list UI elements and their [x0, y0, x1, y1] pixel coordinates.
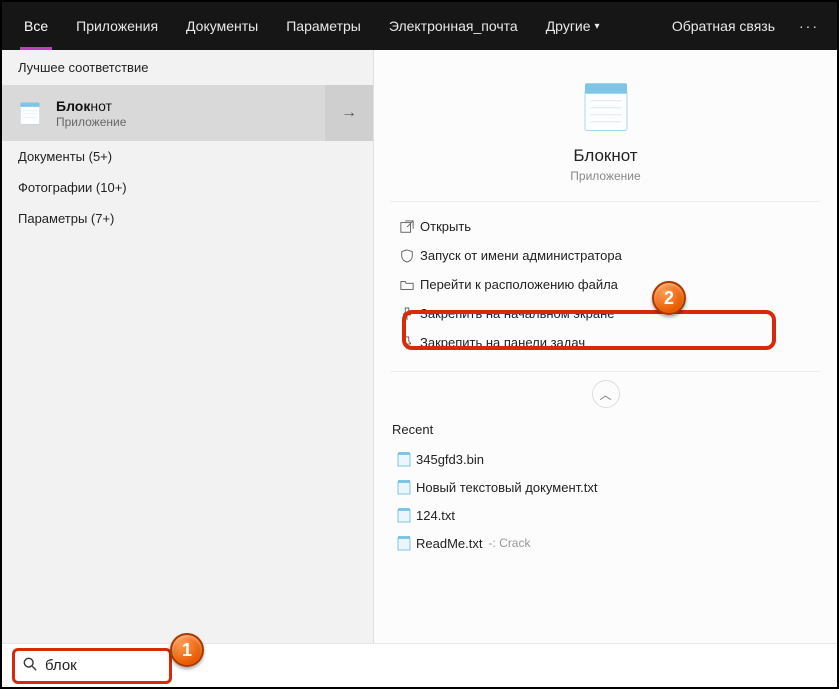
app-icon-large — [574, 74, 638, 138]
pin-icon — [394, 307, 420, 321]
action-run-as-admin[interactable]: Запуск от имени администратора — [390, 241, 821, 270]
action-label: Открыть — [420, 219, 471, 234]
search-box[interactable] — [12, 648, 172, 684]
folder-icon — [394, 278, 420, 292]
file-icon — [392, 535, 416, 551]
chevron-down-icon: ▾ — [595, 21, 600, 32]
app-title: Блокнот — [390, 146, 821, 166]
recent-item[interactable]: ReadMe.txt -: Crack — [390, 529, 821, 557]
recent-item[interactable]: 124.txt — [390, 501, 821, 529]
top-filter-bar: Все Приложения Документы Параметры Элект… — [2, 2, 837, 50]
expand-arrow-icon[interactable]: → — [325, 85, 373, 141]
action-label: Закрепить на панели задач — [420, 335, 585, 350]
recent-name: 345gfd3.bin — [416, 452, 484, 467]
search-bar-row — [2, 643, 837, 687]
tab-documents[interactable]: Документы — [172, 2, 272, 50]
notepad-icon — [14, 97, 46, 129]
preview-pane: Блокнот Приложение Открыть Запуск от име… — [374, 50, 837, 643]
action-open[interactable]: Открыть — [390, 212, 821, 241]
action-label: Запуск от имени администратора — [420, 248, 622, 263]
category-documents[interactable]: Документы (5+) — [2, 141, 373, 172]
search-icon — [23, 657, 37, 674]
open-icon — [394, 220, 420, 234]
app-subtitle: Приложение — [390, 169, 821, 183]
action-open-location[interactable]: Перейти к расположению файла — [390, 270, 821, 299]
tab-apps[interactable]: Приложения — [62, 2, 172, 50]
recent-header: Recent — [390, 416, 821, 445]
search-input[interactable] — [43, 656, 246, 675]
tab-all[interactable]: Все — [10, 2, 62, 50]
best-match-header: Лучшее соответствие — [2, 50, 373, 85]
action-label: Закрепить на начальном экране — [420, 306, 615, 321]
tab-email[interactable]: Электронная_почта — [375, 2, 532, 50]
collapse-chevron-icon[interactable]: ︿ — [592, 380, 620, 408]
recent-name: 124.txt — [416, 508, 455, 523]
file-icon — [392, 507, 416, 523]
tab-settings[interactable]: Параметры — [272, 2, 375, 50]
recent-item[interactable]: Новый текстовый документ.txt — [390, 473, 821, 501]
best-match-subtitle: Приложение — [56, 115, 126, 129]
category-photos[interactable]: Фотографии (10+) — [2, 172, 373, 203]
action-label: Перейти к расположению файла — [420, 277, 618, 292]
file-icon — [392, 479, 416, 495]
shield-icon — [394, 249, 420, 263]
tab-more[interactable]: Другие▾ — [532, 2, 614, 50]
annotation-badge-1: 1 — [170, 633, 204, 667]
annotation-badge-2: 2 — [652, 281, 686, 315]
best-match-item[interactable]: Блокнот Приложение → — [2, 85, 373, 141]
file-icon — [392, 451, 416, 467]
pin-icon — [394, 336, 420, 350]
recent-location: -: Crack — [488, 536, 530, 550]
recent-name: ReadMe.txt — [416, 536, 482, 551]
recent-item[interactable]: 345gfd3.bin — [390, 445, 821, 473]
recent-name: Новый текстовый документ.txt — [416, 480, 597, 495]
category-settings[interactable]: Параметры (7+) — [2, 203, 373, 234]
action-pin-start[interactable]: Закрепить на начальном экране — [390, 299, 821, 328]
action-pin-taskbar[interactable]: Закрепить на панели задач — [390, 328, 821, 357]
best-match-title: Блокнот — [56, 98, 126, 114]
overflow-menu[interactable]: ··· — [789, 18, 829, 34]
results-pane: Лучшее соответствие Блокнот Приложение →… — [2, 50, 374, 643]
feedback-link[interactable]: Обратная связь — [658, 18, 789, 34]
